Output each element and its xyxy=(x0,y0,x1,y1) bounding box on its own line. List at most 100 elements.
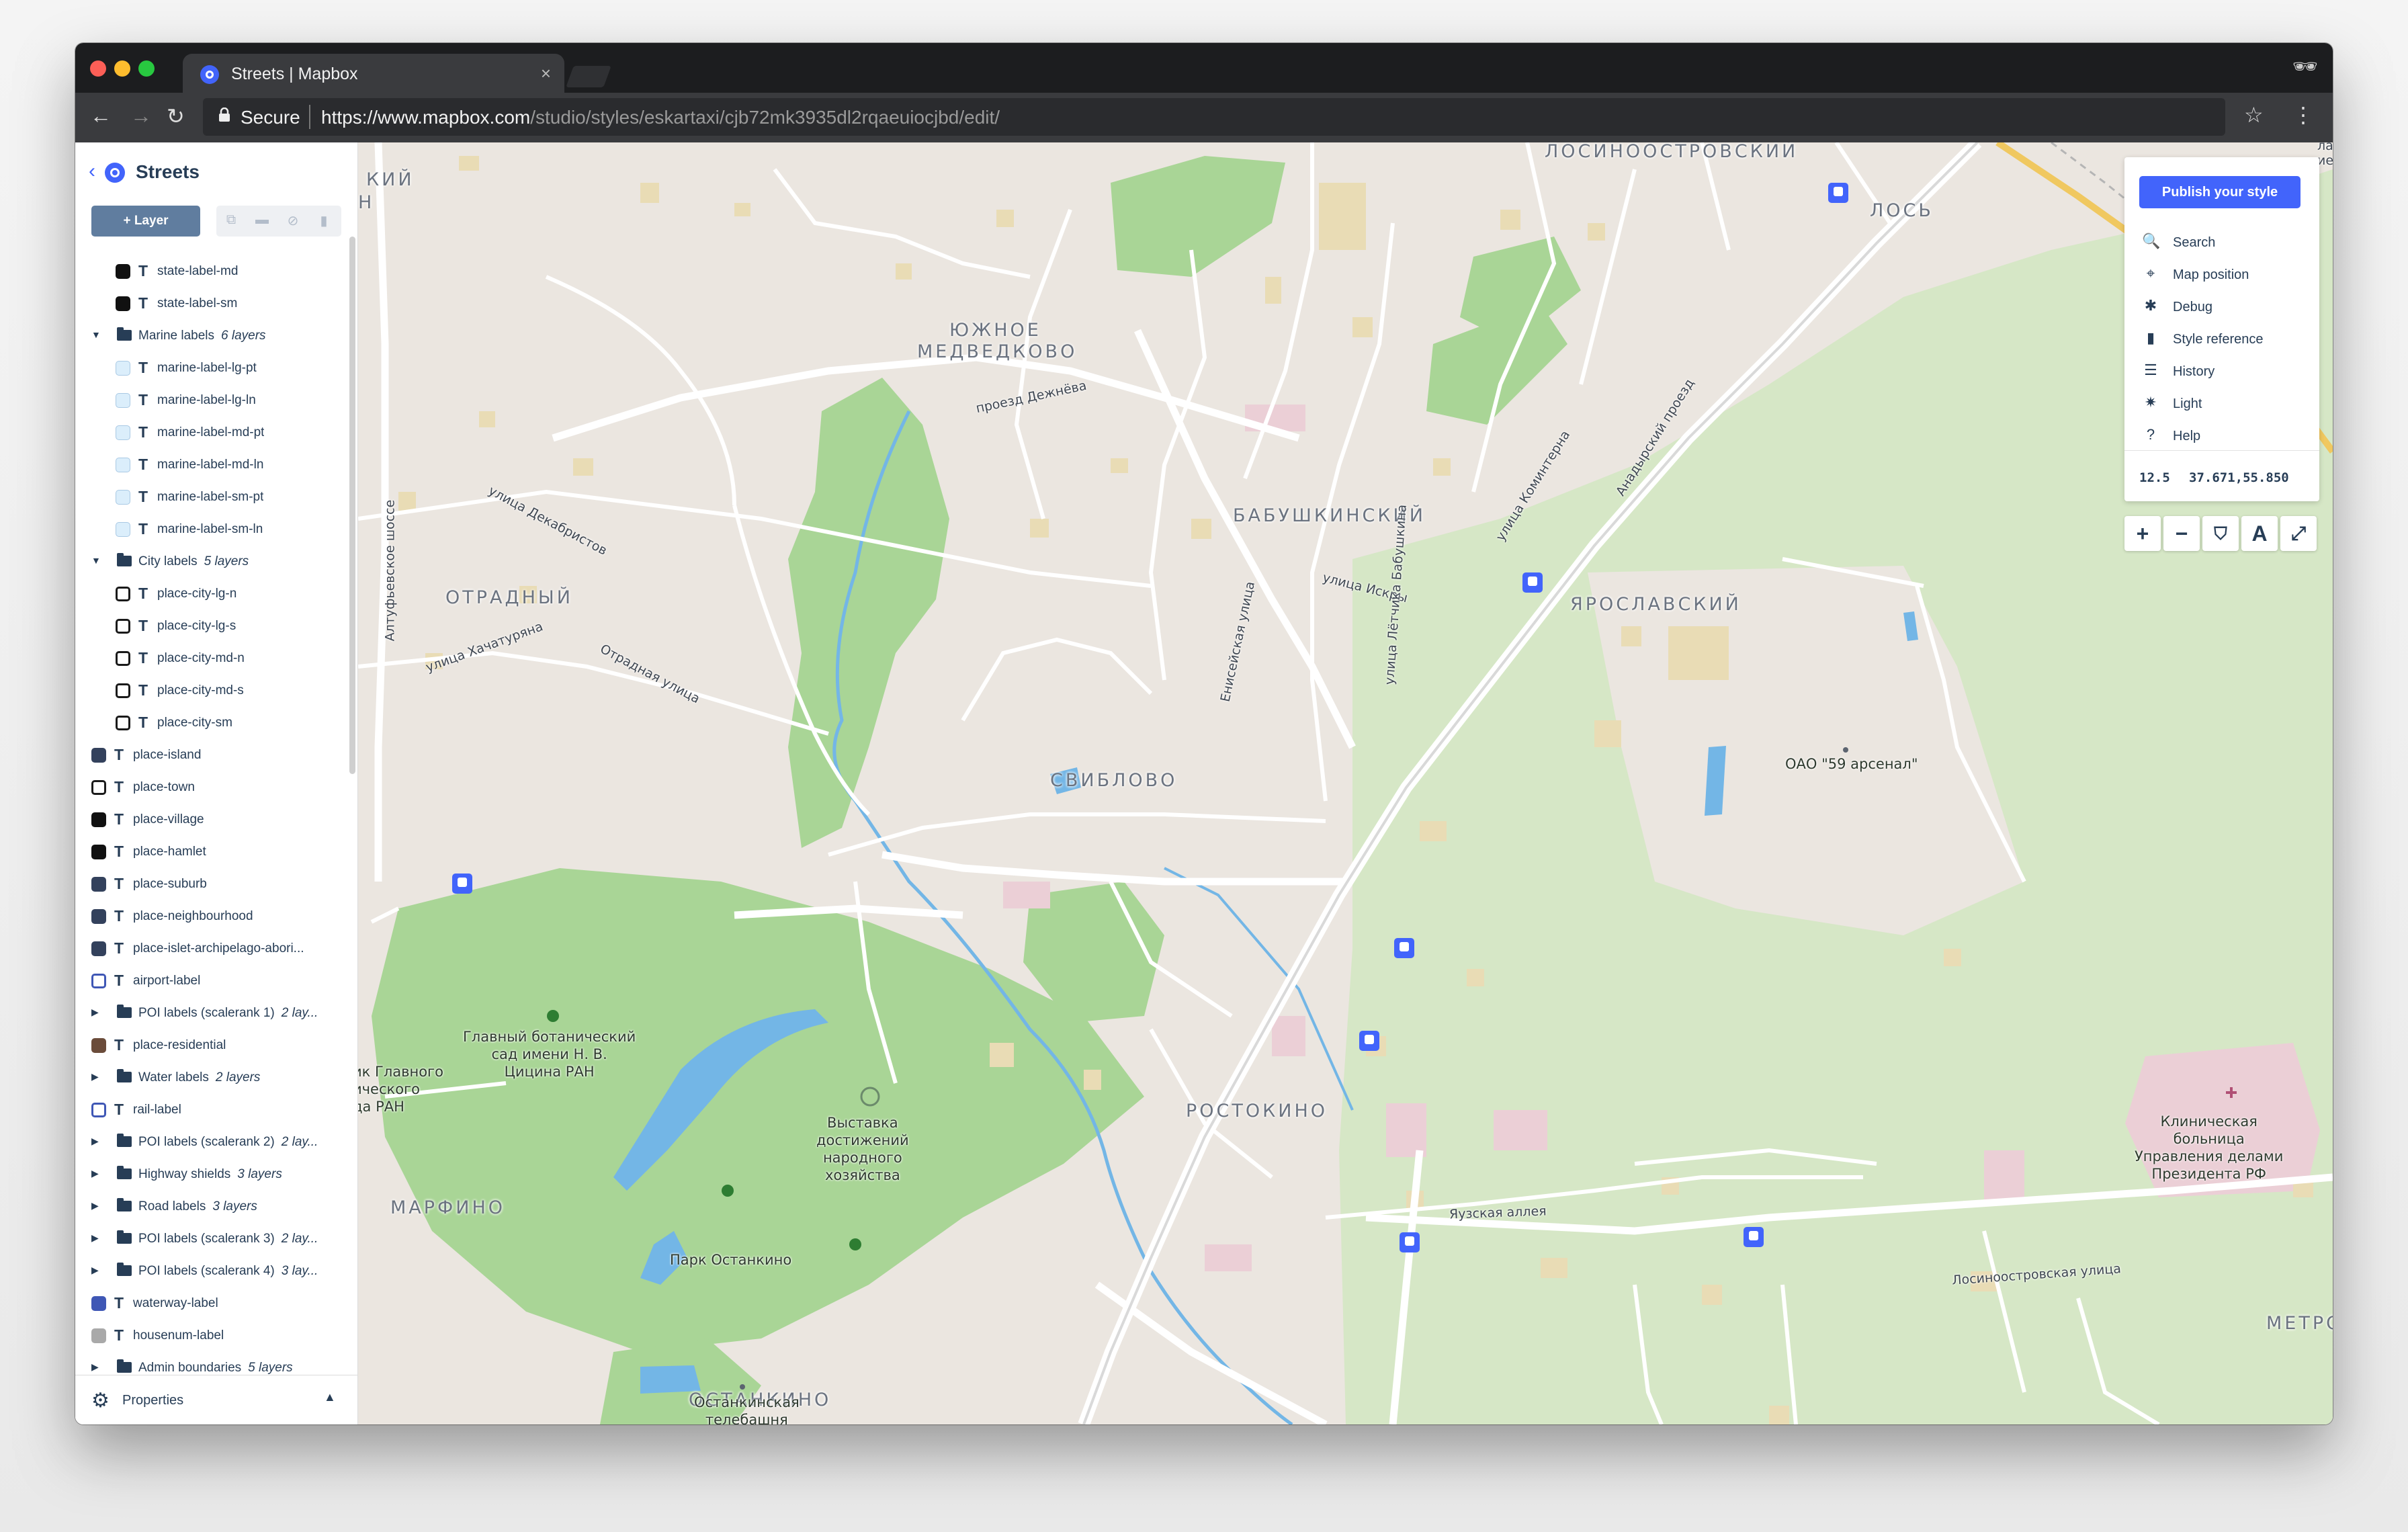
panel-item-map-position[interactable]: ⌖ Map position xyxy=(2139,259,2307,290)
minimize-window-button[interactable] xyxy=(114,60,130,77)
tab-close-icon[interactable]: × xyxy=(541,63,551,84)
metro-icon[interactable] xyxy=(1828,183,1848,203)
panel-item-style-reference[interactable]: ▮ Style reference xyxy=(2139,324,2307,355)
delete-layer-icon[interactable]: ▮ xyxy=(316,212,332,228)
layer-group-row[interactable]: ▶ Admin boundaries 5 layers xyxy=(75,1352,351,1375)
layer-row[interactable]: Thousenum-label xyxy=(75,1320,351,1352)
layer-group-row[interactable]: ▶ Road labels 3 layers xyxy=(75,1191,351,1223)
layer-row[interactable]: Tplace-city-lg-n xyxy=(75,578,351,610)
color-swatch xyxy=(116,458,130,472)
chevron-right-icon[interactable]: ▶ xyxy=(91,1071,99,1082)
metro-icon[interactable] xyxy=(1394,938,1414,958)
layer-row[interactable]: Tstate-label-md xyxy=(75,255,351,288)
duplicate-layer-icon[interactable]: ⧉ xyxy=(223,212,239,228)
address-bar[interactable]: Secure https://www.mapbox.com/studio/sty… xyxy=(203,98,2225,136)
bookmark-star-icon[interactable]: ☆ xyxy=(2244,102,2264,128)
metro-icon[interactable] xyxy=(1744,1227,1764,1247)
layer-group-row[interactable]: ▶ Water labels 2 layers xyxy=(75,1062,351,1094)
close-window-button[interactable] xyxy=(90,60,106,77)
chevron-right-icon[interactable]: ▶ xyxy=(91,1168,99,1179)
fullscreen-button[interactable]: ⤢ xyxy=(2280,516,2317,551)
panel-item-debug[interactable]: ✱ Debug xyxy=(2139,292,2307,323)
layer-row[interactable]: Tplace-island xyxy=(75,739,351,771)
layer-row[interactable]: Tplace-neighbourhood xyxy=(75,900,351,933)
layer-row[interactable]: Tmarine-label-md-ln xyxy=(75,449,351,481)
maximize-window-button[interactable] xyxy=(138,60,155,77)
chevron-right-icon[interactable]: ▶ xyxy=(91,1361,99,1373)
zoom-in-button[interactable]: + xyxy=(2124,516,2161,551)
layer-row[interactable]: Tstate-label-sm xyxy=(75,288,351,320)
back-to-styles-icon[interactable]: ‹ xyxy=(89,160,95,183)
layer-name: place-island xyxy=(133,748,202,762)
group-layer-icon[interactable]: ▬ xyxy=(254,212,270,228)
park-komintern xyxy=(1426,304,1567,425)
layer-group-row[interactable]: ▶ POI labels (scalerank 1) 2 lay... xyxy=(75,997,351,1029)
layer-group-label: POI labels (scalerank 2) 2 lay... xyxy=(138,1135,318,1150)
publish-style-button[interactable]: Publish your style xyxy=(2139,176,2300,208)
layer-row[interactable]: Tplace-city-md-n xyxy=(75,642,351,675)
layer-group-row[interactable]: ▼ Marine labels 6 layers xyxy=(75,320,351,352)
symbol-layer-icon: T xyxy=(114,907,124,925)
layer-row[interactable]: Trail-label xyxy=(75,1094,351,1126)
chevron-down-icon[interactable]: ▼ xyxy=(91,555,101,566)
layer-group-row[interactable]: ▶ POI labels (scalerank 3) 2 lay... xyxy=(75,1223,351,1255)
layer-row[interactable]: Tplace-city-md-s xyxy=(75,675,351,707)
compass-button[interactable]: A xyxy=(2241,516,2278,551)
chevron-right-icon[interactable]: ▶ xyxy=(91,1136,99,1147)
layer-count: 2 lay... xyxy=(281,1135,318,1149)
layer-group-row[interactable]: ▼ City labels 5 layers xyxy=(75,546,351,578)
chevron-right-icon[interactable]: ▶ xyxy=(91,1200,99,1211)
zoom-readout: 12.5 xyxy=(2139,470,2170,485)
metro-icon[interactable] xyxy=(452,874,472,894)
chevron-down-icon[interactable]: ▼ xyxy=(91,329,101,340)
chevron-right-icon[interactable]: ▶ xyxy=(91,1007,99,1018)
layer-group-row[interactable]: ▶ Highway shields 3 layers xyxy=(75,1158,351,1191)
layer-name: rail-label xyxy=(133,1103,181,1117)
layer-row[interactable]: Tmarine-label-md-pt xyxy=(75,417,351,449)
layer-row[interactable]: Tmarine-label-lg-pt xyxy=(75,352,351,384)
layer-row[interactable]: Tplace-islet-archipelago-abori... xyxy=(75,933,351,965)
panel-item-light[interactable]: ✷ Light xyxy=(2139,388,2307,419)
layer-row[interactable]: Twaterway-label xyxy=(75,1287,351,1320)
layer-row[interactable]: Tplace-hamlet xyxy=(75,836,351,868)
panel-item-search[interactable]: 🔍 Search xyxy=(2139,227,2307,258)
poi-label: Парк Останкино xyxy=(670,1252,792,1268)
new-tab-button[interactable] xyxy=(566,66,611,87)
layer-row[interactable]: Tmarine-label-sm-ln xyxy=(75,513,351,546)
browser-menu-icon[interactable]: ⋮ xyxy=(2292,102,2314,128)
color-swatch xyxy=(116,522,130,537)
layer-row[interactable]: Tmarine-label-sm-pt xyxy=(75,481,351,513)
chevron-right-icon[interactable]: ▶ xyxy=(91,1265,99,1276)
layer-row[interactable]: Tplace-city-lg-s xyxy=(75,610,351,642)
hide-layer-icon[interactable]: ⊘ xyxy=(285,212,301,228)
layer-group-row[interactable]: ▶ POI labels (scalerank 2) 2 lay... xyxy=(75,1126,351,1158)
layer-row[interactable]: Tplace-residential xyxy=(75,1029,351,1062)
layer-row[interactable]: Tairport-label xyxy=(75,965,351,997)
metro-icon[interactable] xyxy=(1359,1031,1379,1051)
layer-row[interactable]: Tplace-village xyxy=(75,804,351,836)
url-text[interactable]: https://www.mapbox.com/studio/styles/esk… xyxy=(321,107,1000,128)
layer-row[interactable]: Tplace-city-sm xyxy=(75,707,351,739)
browser-tab[interactable]: Streets | Mapbox × xyxy=(183,54,564,93)
metro-icon[interactable] xyxy=(1522,572,1543,593)
sidebar-scrollbar[interactable] xyxy=(349,237,355,774)
layer-row[interactable]: Tmarine-label-lg-ln xyxy=(75,384,351,417)
add-layer-button[interactable]: + Layer xyxy=(91,206,200,237)
properties-panel-toggle[interactable]: ⚙ Properties ▲ xyxy=(75,1375,357,1424)
metro-icon[interactable] xyxy=(1400,1232,1420,1252)
layer-row[interactable]: Tplace-town xyxy=(75,771,351,804)
forward-button[interactable]: → xyxy=(130,103,152,128)
layer-row[interactable]: Tplace-suburb xyxy=(75,868,351,900)
inspect-button[interactable]: ⛉ xyxy=(2202,516,2239,551)
style-title[interactable]: Streets xyxy=(136,161,200,183)
symbol-layer-icon: T xyxy=(138,391,148,409)
panel-item-help[interactable]: ? Help xyxy=(2139,421,2307,452)
layer-group-name: Road labels xyxy=(138,1199,206,1214)
panel-item-history[interactable]: ☰ History xyxy=(2139,356,2307,387)
map-canvas[interactable]: ЛОСИНООСТРОВСКИЙ ЛОСЬ ЮЖНОЕ МЕДВЕДКОВО Б… xyxy=(358,142,2333,1424)
layer-group-row[interactable]: ▶ POI labels (scalerank 4) 3 lay... xyxy=(75,1255,351,1287)
back-button[interactable]: ← xyxy=(90,103,112,128)
chevron-right-icon[interactable]: ▶ xyxy=(91,1232,99,1244)
zoom-out-button[interactable]: − xyxy=(2163,516,2200,551)
reload-button[interactable]: ↻ xyxy=(167,103,185,129)
